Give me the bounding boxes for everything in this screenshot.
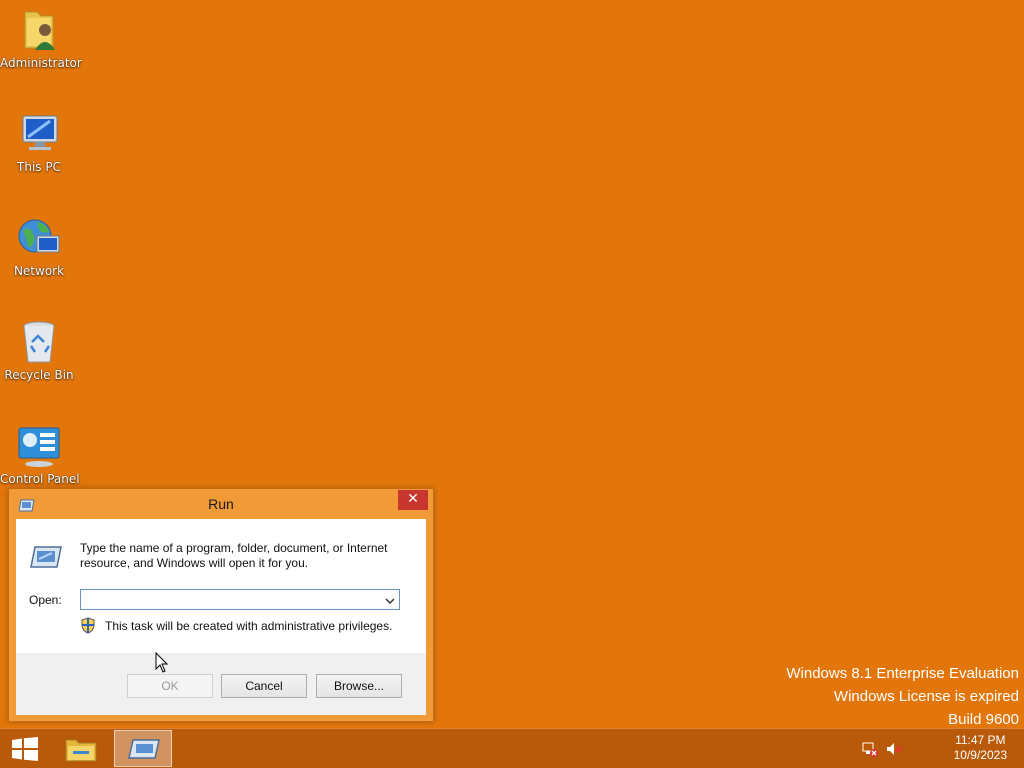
license-watermark: Windows 8.1 Enterprise Evaluation Window… — [786, 662, 1019, 731]
desktop-icon-label: This PC — [17, 160, 61, 174]
recycle-bin-icon — [15, 318, 63, 366]
clock-date: 10/9/2023 — [953, 748, 1007, 762]
taskbar-file-explorer[interactable] — [54, 730, 112, 767]
desktop-icon-control-panel[interactable]: Control Panel — [0, 422, 80, 486]
taskbar: 11:47 PM 10/9/2023 — [0, 728, 1024, 768]
desktop-icon-label: Control Panel — [0, 472, 80, 486]
ok-button[interactable]: OK — [127, 674, 213, 698]
volume-muted-icon[interactable] — [886, 741, 902, 757]
start-button[interactable] — [0, 730, 58, 767]
shield-icon — [80, 617, 96, 634]
watermark-edition: Windows 8.1 Enterprise Evaluation — [786, 665, 1019, 682]
run-icon — [128, 739, 160, 763]
watermark-license-status: Windows License is expired — [833, 688, 1019, 705]
desktop-icon-label: Network — [13, 264, 65, 278]
dialog-title: Run — [208, 496, 234, 512]
computer-icon — [15, 110, 63, 158]
desktop-icon-administrator[interactable]: Administrator — [0, 6, 82, 70]
user-folder-icon — [15, 6, 63, 54]
desktop-icon-label: Recycle Bin — [4, 368, 74, 382]
clock-time: 11:47 PM — [955, 733, 1006, 747]
close-button[interactable]: ✕ — [398, 490, 428, 510]
dialog-body: Type the name of a program, folder, docu… — [16, 519, 426, 715]
open-combobox[interactable] — [80, 589, 400, 610]
desktop-icon-this-pc[interactable]: This PC — [0, 110, 78, 174]
desktop-icon-recycle-bin[interactable]: Recycle Bin — [0, 318, 78, 382]
run-icon — [30, 545, 62, 569]
system-clock[interactable]: 11:47 PM 10/9/2023 — [954, 733, 1007, 763]
taskbar-run[interactable] — [114, 730, 172, 767]
cancel-button[interactable]: Cancel — [221, 674, 307, 698]
network-error-icon[interactable] — [862, 741, 878, 757]
admin-privileges-note: This task will be created with administr… — [105, 619, 393, 633]
folder-icon — [65, 736, 97, 766]
run-dialog: Run ✕ Type the name of a program, folder… — [8, 488, 434, 722]
control-panel-icon — [15, 422, 63, 470]
open-input[interactable] — [84, 592, 374, 610]
mouse-cursor-icon — [155, 651, 169, 674]
desktop-icon-network[interactable]: Network — [0, 214, 78, 278]
browse-button[interactable]: Browse... — [316, 674, 402, 698]
desktop-icon-label: Administrator — [0, 56, 82, 70]
dialog-description: Type the name of a program, folder, docu… — [80, 541, 388, 570]
chevron-down-icon[interactable] — [383, 593, 397, 607]
open-label: Open: — [29, 593, 62, 607]
windows-logo-icon — [11, 737, 39, 765]
network-icon — [15, 214, 63, 262]
